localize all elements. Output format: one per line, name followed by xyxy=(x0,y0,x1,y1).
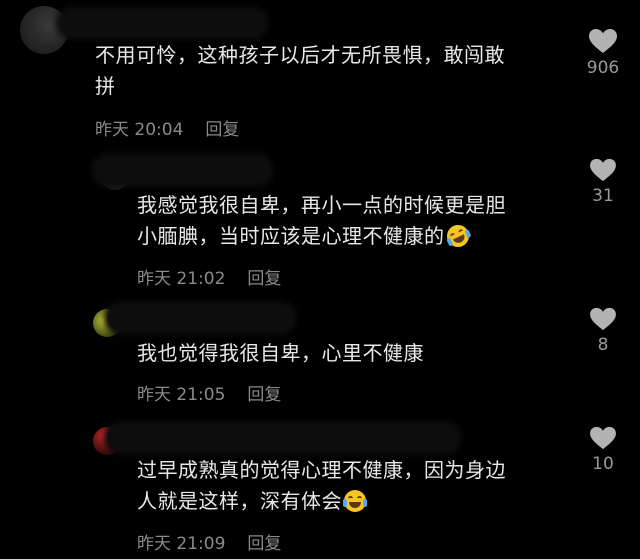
comment-item: 过早成熟真的觉得心理不健康，因为身边 人就是这样，深有体会 昨天 21:09 回复… xyxy=(0,415,640,559)
like-button[interactable]: 31 xyxy=(577,158,629,206)
comment-text: 我也觉得我很自卑，心里不健康 xyxy=(137,338,577,369)
comment-text-line: 我感觉我很自卑，再小一点的时候更是胆 xyxy=(137,193,506,217)
reply-button[interactable]: 回复 xyxy=(247,380,281,405)
comment-text: 不用可怜，这种孩子以后才无所畏惧，敢闯敢 拼 xyxy=(95,40,575,102)
comment-meta: 昨天 21:09 回复 xyxy=(137,529,281,554)
comment-time: 昨天 21:02 xyxy=(137,269,226,289)
heart-icon xyxy=(590,426,616,450)
comment-meta: 昨天 21:05 回复 xyxy=(137,380,281,405)
heart-icon xyxy=(590,307,616,331)
comment-time: 昨天 21:09 xyxy=(137,534,226,554)
comment-time: 昨天 21:05 xyxy=(137,385,226,405)
comment-text-line: 拼 xyxy=(95,74,116,98)
comment-meta: 昨天 21:02 回复 xyxy=(137,264,281,289)
like-count: 10 xyxy=(592,454,614,474)
comment-text-line: 人就是这样，深有体会 xyxy=(137,489,342,513)
crying-laughing-emoji-icon xyxy=(343,490,367,512)
comment-time: 昨天 20:04 xyxy=(95,120,184,140)
comment-text-line: 小腼腆，当时应该是心理不健康的 xyxy=(137,224,445,248)
reply-button[interactable]: 回复 xyxy=(247,529,281,554)
rolling-laughing-emoji-icon xyxy=(442,221,473,251)
reply-button[interactable]: 回复 xyxy=(247,264,281,289)
comment-text-line: 不用可怜，这种孩子以后才无所畏惧，敢闯敢 xyxy=(95,43,505,67)
comment-item: 不用可怜，这种孩子以后才无所畏惧，敢闯敢 拼 昨天 20:04 回复 906 xyxy=(0,0,640,145)
comment-item: 我也觉得我很自卑，心里不健康 昨天 21:05 回复 8 xyxy=(0,295,640,415)
comment-text: 我感觉我很自卑，再小一点的时候更是胆 小腼腆，当时应该是心理不健康的 xyxy=(137,190,577,252)
like-count: 31 xyxy=(592,186,614,206)
comment-meta: 昨天 20:04 回复 xyxy=(95,115,239,140)
username-redacted xyxy=(95,157,270,183)
like-button[interactable]: 10 xyxy=(577,426,629,474)
username-redacted xyxy=(108,425,458,451)
comment-text-line: 我也觉得我很自卑，心里不健康 xyxy=(137,341,424,365)
heart-icon xyxy=(590,158,616,182)
avatar[interactable] xyxy=(20,6,68,54)
comment-item: 我感觉我很自卑，再小一点的时候更是胆 小腼腆，当时应该是心理不健康的 昨天 21… xyxy=(0,145,640,295)
comment-text-line: 过早成熟真的觉得心理不健康，因为身边 xyxy=(137,458,506,482)
username-redacted xyxy=(60,10,265,36)
heart-icon xyxy=(589,29,617,53)
like-button[interactable]: 906 xyxy=(577,28,629,78)
like-count: 8 xyxy=(597,335,609,355)
like-count: 906 xyxy=(586,58,620,78)
like-button[interactable]: 8 xyxy=(577,307,629,355)
username-redacted xyxy=(108,305,293,331)
comment-text: 过早成熟真的觉得心理不健康，因为身边 人就是这样，深有体会 xyxy=(137,455,577,517)
reply-button[interactable]: 回复 xyxy=(205,115,239,140)
